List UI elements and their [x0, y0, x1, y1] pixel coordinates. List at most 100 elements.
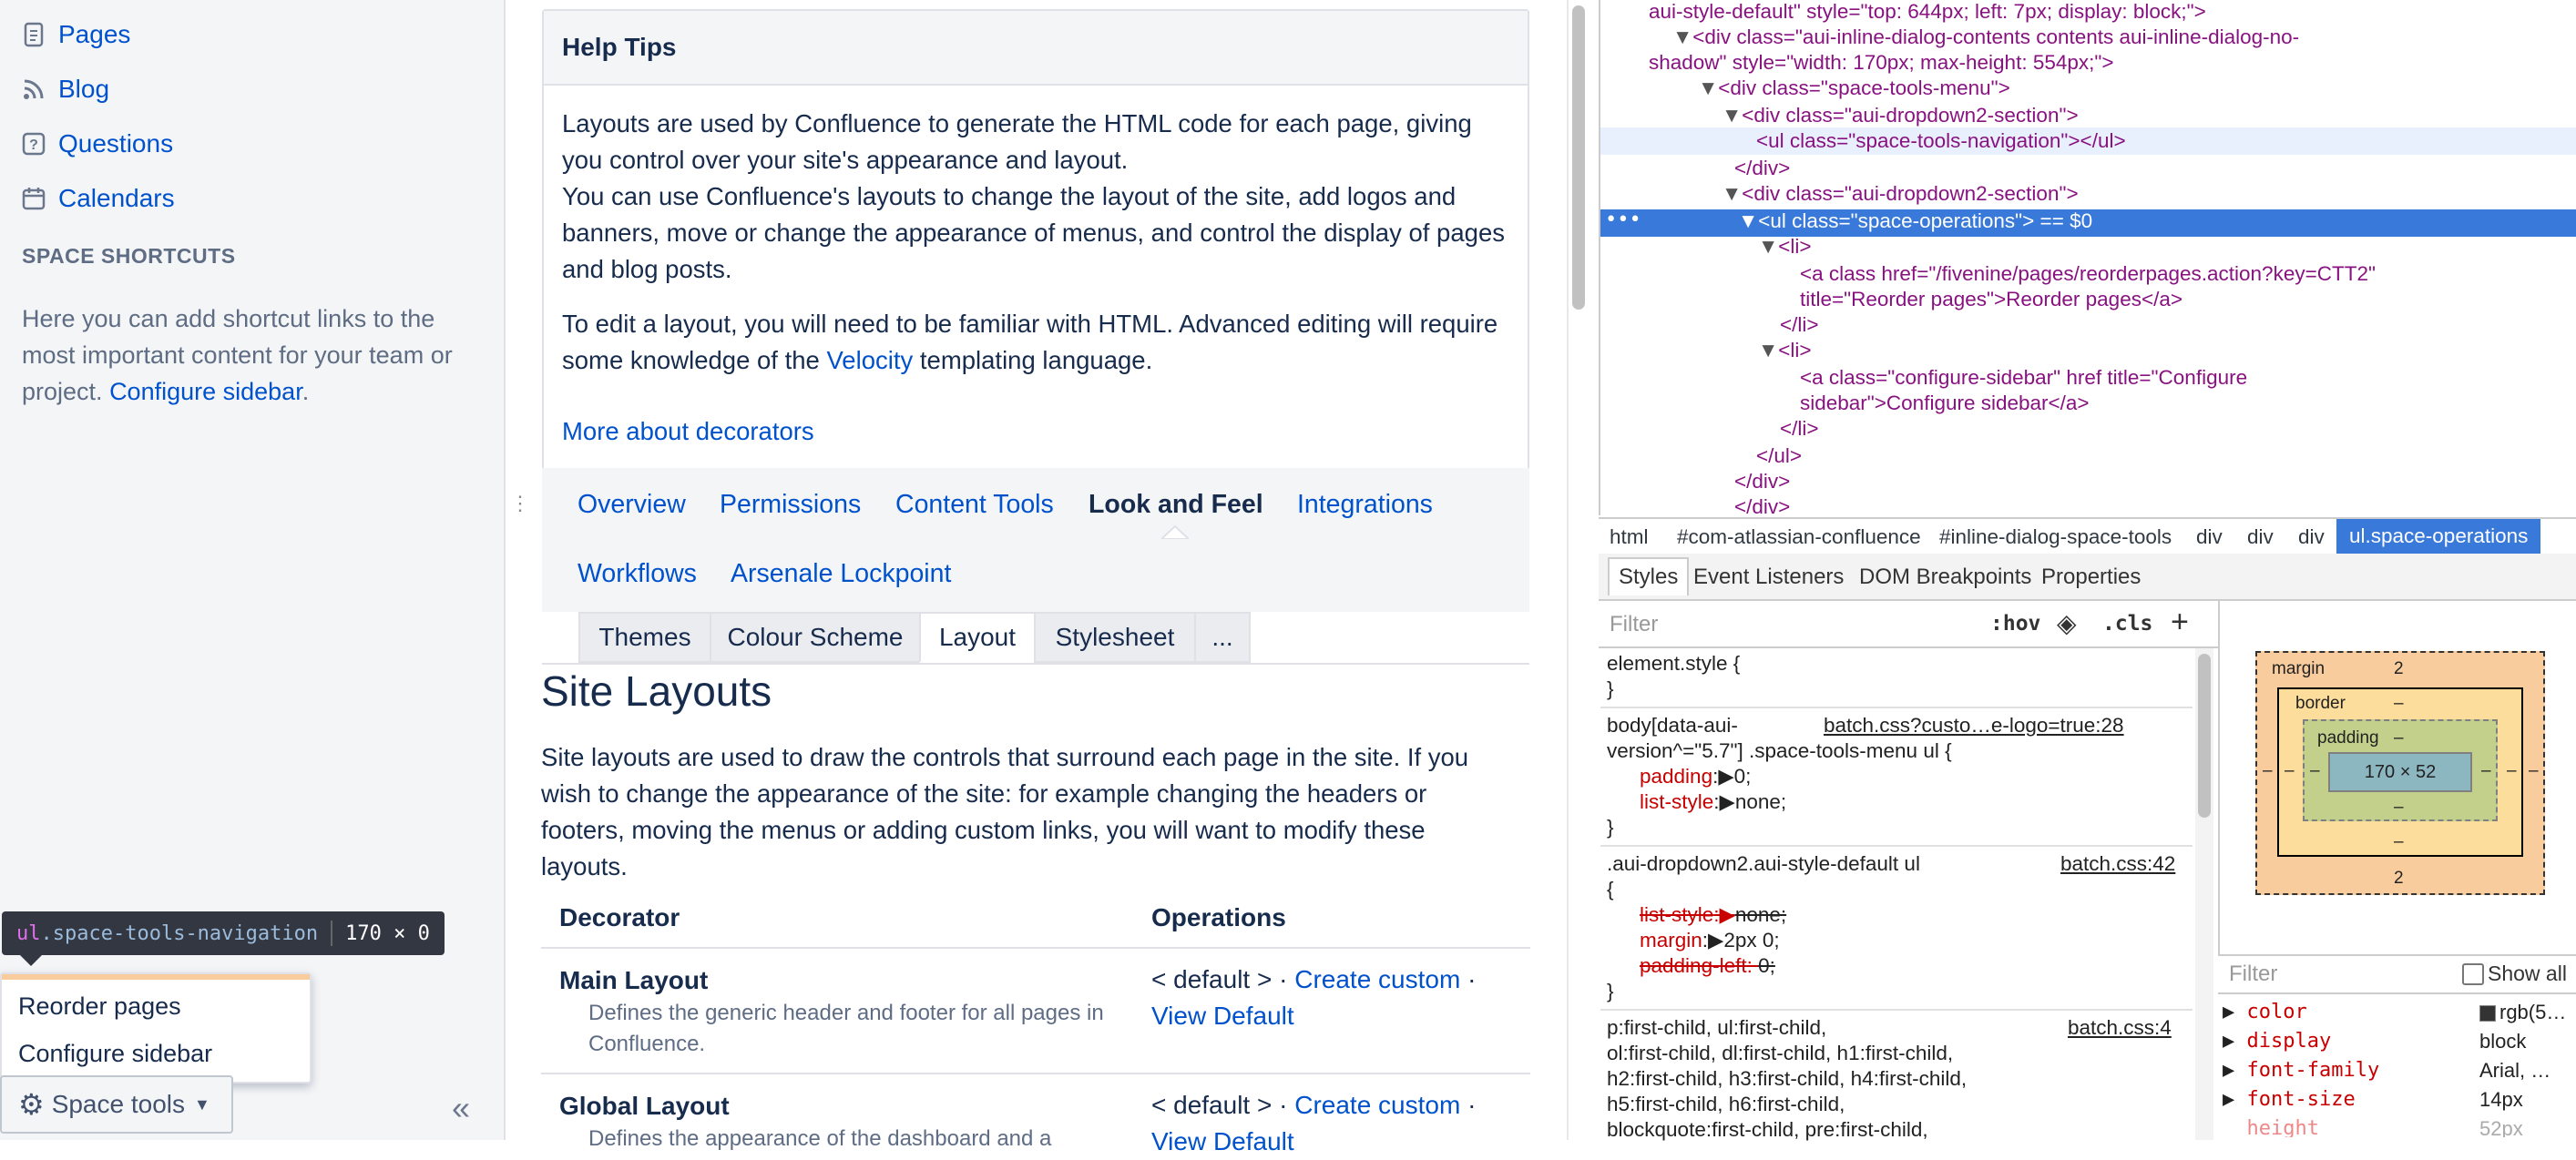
dom-line[interactable]: title="Reorder pages">Reorder pages</a>	[1800, 288, 2182, 311]
tab-styles[interactable]: Styles	[1608, 557, 1690, 595]
dom-line[interactable]: <a class href="/fivenine/pages/reorderpa…	[1800, 262, 2376, 286]
tab-integrations[interactable]: Integrations	[1297, 490, 1433, 520]
dom-line[interactable]: ▼<li>	[1758, 235, 1812, 259]
dom-line[interactable]: </ul>	[1756, 444, 1802, 468]
padding-bottom-value[interactable]: –	[2394, 798, 2404, 818]
margin-bottom-value[interactable]: 2	[2394, 869, 2404, 889]
sidebar-item-questions[interactable]: ? Questions	[20, 124, 173, 164]
expand-triangle-icon[interactable]: ▼	[1738, 209, 1758, 232]
margin-left-value[interactable]: –	[2263, 761, 2273, 781]
subtab-stylesheet[interactable]: Stylesheet	[1034, 612, 1196, 663]
class-toggle[interactable]: .cls	[2102, 612, 2152, 636]
padding-right-value[interactable]: –	[2481, 761, 2491, 781]
rule-selector[interactable]: blockquote:first-child, pre:first-child,	[1607, 1118, 1928, 1142]
style-declaration[interactable]: list-style:▶none;	[1640, 790, 1786, 814]
add-rule-icon[interactable]: +	[2171, 605, 2189, 640]
tab-dom-breakpoints[interactable]: DOM Breakpoints	[1859, 565, 2031, 590]
box-model-content[interactable]: 170 × 52	[2328, 752, 2472, 792]
subtab-layout[interactable]: Layout	[919, 612, 1036, 663]
expand-triangle-icon[interactable]: ▼	[1758, 339, 1778, 361]
tab-properties[interactable]: Properties	[2041, 565, 2141, 590]
dom-line[interactable]: </div>	[1734, 157, 1790, 180]
tab-overview[interactable]: Overview	[578, 490, 686, 520]
dom-line[interactable]: </li>	[1780, 417, 1819, 441]
dom-line[interactable]: ▼<div class="aui-dropdown2-section">	[1722, 182, 2079, 206]
expand-triangle-icon[interactable]: ▼	[1722, 104, 1742, 127]
style-declaration[interactable]: padding:▶0;	[1640, 765, 1751, 789]
styles-scrollbar[interactable]	[2198, 654, 2211, 818]
breadcrumb-confluence[interactable]: #com-atlassian-confluence	[1677, 525, 1921, 549]
computed-property[interactable]: ▶ font-family	[2223, 1059, 2379, 1082]
dom-line[interactable]: ▼<div class="aui-dropdown2-section">	[1722, 104, 2079, 127]
paint-brush-icon[interactable]: ◈	[2057, 608, 2077, 638]
create-custom-link[interactable]: Create custom	[1294, 1091, 1460, 1119]
hover-state-toggle[interactable]: :hov	[1990, 612, 2040, 636]
rule-source-link[interactable]: batch.css?custo…e-logo=true:28	[1824, 714, 2124, 738]
border-top-value[interactable]: –	[2394, 694, 2404, 714]
style-declaration-overridden[interactable]: padding-left: 0;	[1640, 954, 1775, 978]
breadcrumb-div[interactable]: div	[2247, 525, 2274, 549]
configure-sidebar-item[interactable]: Configure sidebar	[18, 1040, 212, 1068]
show-all-checkbox[interactable]	[2462, 963, 2484, 985]
view-default-link[interactable]: View Default	[1151, 1127, 1294, 1155]
configure-sidebar-link[interactable]: Configure sidebar	[109, 378, 302, 405]
tab-workflows[interactable]: Workflows	[578, 559, 697, 589]
rule-selector[interactable]: p:first-child, ul:first-child,	[1607, 1016, 1826, 1040]
computed-property[interactable]: height	[2223, 1117, 2319, 1137]
collapse-sidebar-icon[interactable]: «	[452, 1089, 470, 1127]
dom-line[interactable]: ▼<div class="space-tools-menu">	[1698, 76, 2010, 100]
color-swatch[interactable]	[2479, 1005, 2496, 1023]
reorder-pages-item[interactable]: Reorder pages	[18, 992, 181, 1021]
computed-property[interactable]: ▶ color	[2223, 1001, 2307, 1023]
dom-line[interactable]: </div>	[1734, 495, 1790, 514]
subtab-more[interactable]: ...	[1194, 612, 1251, 663]
expand-triangle-icon[interactable]: ▼	[1672, 25, 1692, 48]
rule-selector[interactable]: h5:first-child, h6:first-child,	[1607, 1093, 1845, 1116]
dom-line[interactable]: <ul class="space-tools-navigation"></ul>	[1756, 129, 2126, 153]
dom-line-selected[interactable]: ▼<ul class="space-operations"> == $0	[1738, 209, 2092, 233]
padding-left-value[interactable]: –	[2310, 761, 2320, 781]
create-custom-link[interactable]: Create custom	[1294, 965, 1460, 993]
dom-line[interactable]: ▼<div class="aui-inline-dialog-contents …	[1672, 25, 2299, 49]
rule-selector[interactable]: h2:first-child, h3:first-child, h4:first…	[1607, 1067, 1967, 1091]
tab-permissions[interactable]: Permissions	[720, 490, 861, 520]
border-left-value[interactable]: –	[2285, 761, 2295, 781]
dom-line[interactable]: sidebar">Configure sidebar</a>	[1800, 392, 2090, 415]
rule-selector[interactable]: body[data-aui-	[1607, 714, 1738, 738]
view-default-link[interactable]: View Default	[1151, 1002, 1294, 1030]
breadcrumb-inline-dialog[interactable]: #inline-dialog-space-tools	[1939, 525, 2172, 549]
dom-line[interactable]: </li>	[1780, 313, 1819, 337]
computed-property[interactable]: ▶ display	[2223, 1030, 2331, 1053]
dom-line[interactable]: aui-style-default" style="top: 644px; le…	[1649, 0, 2206, 24]
tab-event-listeners[interactable]: Event Listeners	[1693, 565, 1844, 590]
rule-source-link[interactable]: batch.css:42	[2060, 852, 2175, 876]
velocity-link[interactable]: Velocity	[826, 346, 913, 374]
tab-content-tools[interactable]: Content Tools	[895, 490, 1054, 520]
rule-selector[interactable]: .aui-dropdown2.aui-style-default ul	[1607, 852, 1920, 876]
subtab-colour-scheme[interactable]: Colour Scheme	[710, 612, 921, 663]
expand-triangle-icon[interactable]: ▼	[1758, 235, 1778, 258]
border-bottom-value[interactable]: –	[2394, 832, 2404, 852]
breadcrumb-div[interactable]: div	[2298, 525, 2325, 549]
sidebar-item-pages[interactable]: Pages	[20, 15, 130, 55]
styles-filter-input[interactable]: Filter	[1610, 612, 1658, 637]
style-declaration[interactable]: margin:▶2px 0;	[1640, 929, 1780, 952]
dom-line[interactable]: <a class="configure-sidebar" href title=…	[1800, 366, 2247, 390]
sidebar-item-calendars[interactable]: Calendars	[20, 178, 175, 219]
dom-line[interactable]: ▼<li>	[1758, 339, 1812, 362]
breadcrumb-div[interactable]: div	[2196, 525, 2223, 549]
space-tools-button[interactable]: ⚙ Space tools ▼	[0, 1075, 233, 1134]
margin-top-value[interactable]: 2	[2394, 659, 2404, 679]
subtab-themes[interactable]: Themes	[578, 612, 711, 663]
breadcrumb-html[interactable]: html	[1610, 525, 1649, 549]
margin-right-value[interactable]: –	[2529, 761, 2539, 781]
more-actions-icon[interactable]: •••	[1605, 209, 1641, 231]
expand-triangle-icon[interactable]: ▼	[1698, 76, 1718, 99]
rule-selector[interactable]: ol:first-child, dl:first-child, h1:first…	[1607, 1042, 1953, 1065]
dom-line[interactable]: </div>	[1734, 470, 1790, 494]
style-declaration-overridden[interactable]: list-style:▶none;	[1640, 903, 1786, 927]
rule-source-link[interactable]: batch.css:4	[2068, 1016, 2172, 1040]
border-right-value[interactable]: –	[2507, 761, 2517, 781]
tab-look-and-feel[interactable]: Look and Feel	[1089, 490, 1263, 520]
element-style-selector[interactable]: element.style {	[1607, 652, 1740, 676]
